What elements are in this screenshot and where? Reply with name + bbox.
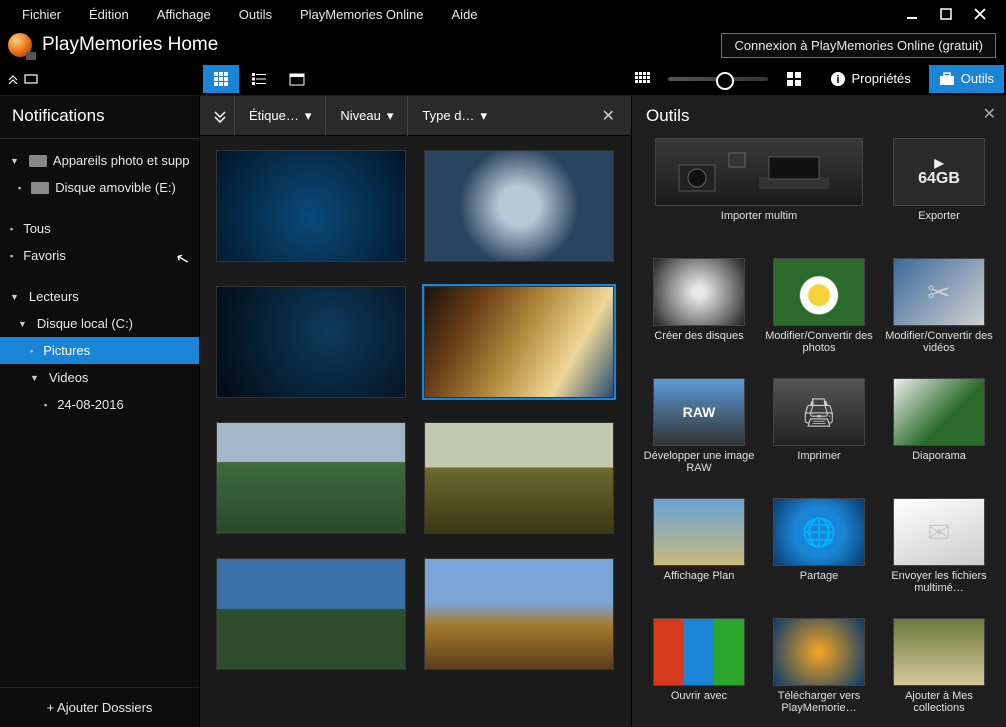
- thumbnail[interactable]: [216, 286, 406, 398]
- tool-slideshow[interactable]: Diaporama: [883, 378, 995, 488]
- tool-open-with[interactable]: Ouvrir avec: [643, 618, 755, 727]
- thumbnail[interactable]: [424, 422, 614, 534]
- filter-level[interactable]: Niveau ▾: [325, 96, 407, 136]
- chevron-down-icon: ▾: [305, 108, 312, 124]
- window-icon: [893, 618, 985, 686]
- raw-icon: RAW: [653, 378, 745, 446]
- tool-edit-photos[interactable]: Modifier/Convertir des photos: [763, 258, 875, 368]
- printer-icon: 🖨: [773, 378, 865, 446]
- sidebar-devices-header[interactable]: Appareils photo et supp: [0, 147, 199, 174]
- maximize-button[interactable]: [932, 4, 960, 24]
- thumb-large-icon[interactable]: [776, 65, 812, 93]
- view-mode-group: [203, 62, 315, 95]
- map-icon: [653, 498, 745, 566]
- menu-pmo[interactable]: PlayMemories Online: [286, 3, 438, 26]
- menu-tools[interactable]: Outils: [225, 3, 286, 26]
- close-button[interactable]: [966, 4, 994, 24]
- tool-share[interactable]: 🌐 Partage: [763, 498, 875, 608]
- gallery-pane: Étique… ▾ Niveau ▾ Type d… ▾ ✕: [200, 96, 631, 727]
- tools-panel-button[interactable]: Outils: [929, 65, 1004, 93]
- pmo-icon: [773, 618, 865, 686]
- sidebar-date-folder[interactable]: 24-08-2016: [0, 391, 199, 418]
- menubar: Fichier Édition Affichage Outils PlayMem…: [0, 0, 1006, 28]
- svg-text:i: i: [836, 74, 839, 86]
- filter-tags[interactable]: Étique… ▾: [234, 96, 325, 136]
- login-button[interactable]: Connexion à PlayMemories Online (gratuit…: [721, 33, 996, 58]
- thumbnail[interactable]: [216, 422, 406, 534]
- tool-add-collections[interactable]: Ajouter à Mes collections: [883, 618, 995, 727]
- app-logo-icon: [8, 33, 32, 57]
- filter-close-button[interactable]: ✕: [592, 106, 625, 126]
- menu-file[interactable]: Fichier: [8, 3, 75, 26]
- thumbnail-size-slider[interactable]: [668, 77, 768, 81]
- slideshow-icon: [893, 378, 985, 446]
- sd-card-icon: [31, 182, 49, 194]
- view-calendar-button[interactable]: [279, 65, 315, 93]
- tool-create-discs[interactable]: Créer des disques: [643, 258, 755, 368]
- tool-import[interactable]: Importer multim: [643, 138, 875, 248]
- properties-button[interactable]: i Propriétés: [820, 65, 921, 93]
- view-grid-button[interactable]: [203, 65, 239, 93]
- tools-panel-title: Outils: [632, 96, 1006, 138]
- toolbox-icon: [939, 72, 955, 86]
- menu-edit[interactable]: Édition: [75, 3, 143, 26]
- window-controls: [898, 4, 1006, 24]
- filter-type[interactable]: Type d… ▾: [407, 96, 501, 136]
- sidebar-tree: Appareils photo et supp Disque amovible …: [0, 139, 199, 687]
- sidebar-local-disk[interactable]: Disque local (C:): [0, 310, 199, 337]
- toolbar-right: i Propriétés Outils: [624, 62, 1006, 95]
- tool-export[interactable]: ▶64GB Exporter: [883, 138, 995, 248]
- import-icon: [655, 138, 863, 206]
- sidebar-collapse-icon[interactable]: [0, 62, 45, 95]
- tool-map-view[interactable]: Affichage Plan: [643, 498, 755, 608]
- sidebar: Notifications Appareils photo et supp Di…: [0, 96, 200, 727]
- panel-close-button[interactable]: ✕: [983, 104, 996, 124]
- envelope-icon: ✉: [893, 498, 985, 566]
- sidebar-drives-header[interactable]: Lecteurs: [0, 283, 199, 310]
- tool-print[interactable]: 🖨 Imprimer: [763, 378, 875, 488]
- filter-bar: Étique… ▾ Niveau ▾ Type d… ▾ ✕: [200, 96, 631, 136]
- minimize-button[interactable]: [898, 4, 926, 24]
- export-icon: ▶64GB: [893, 138, 985, 206]
- tool-edit-videos[interactable]: ✂ Modifier/Convertir des vidéos: [883, 258, 995, 368]
- tools-label: Outils: [961, 71, 994, 86]
- titlebar: PlayMemories Home Connexion à PlayMemori…: [0, 28, 1006, 62]
- thumbnail[interactable]: [216, 150, 406, 262]
- chevron-down-icon: ▾: [387, 108, 394, 124]
- disc-icon: [653, 258, 745, 326]
- sidebar-title: Notifications: [0, 96, 199, 139]
- tools-grid: Importer multim ▶64GB Exporter Créer des…: [632, 138, 1006, 727]
- thumbnail-grid: [200, 136, 631, 727]
- info-icon: i: [830, 71, 846, 87]
- sidebar-removable-disk[interactable]: Disque amovible (E:): [0, 174, 199, 201]
- thumbnail[interactable]: [216, 558, 406, 670]
- device-icon: [29, 155, 47, 167]
- view-list-button[interactable]: [241, 65, 277, 93]
- tool-send-files[interactable]: ✉ Envoyer les fichiers multimé…: [883, 498, 995, 608]
- app-title: PlayMemories Home: [42, 34, 218, 56]
- sidebar-pictures[interactable]: Pictures: [0, 337, 199, 364]
- chevron-down-icon: ▾: [480, 108, 487, 124]
- properties-label: Propriétés: [852, 71, 911, 86]
- toolbar: i Propriétés Outils: [0, 62, 1006, 96]
- tool-raw[interactable]: RAW Développer une image RAW: [643, 378, 755, 488]
- thumbnail[interactable]: [424, 558, 614, 670]
- menu-help[interactable]: Aide: [438, 3, 492, 26]
- sidebar-videos[interactable]: Videos: [0, 364, 199, 391]
- tiles-icon: [653, 618, 745, 686]
- sidebar-favorites[interactable]: Favoris: [0, 242, 199, 269]
- thumbnail-selected[interactable]: [424, 286, 614, 398]
- filter-expand-icon[interactable]: [206, 102, 234, 130]
- tool-upload-pmo[interactable]: Télécharger vers PlayMemorie…: [763, 618, 875, 727]
- sidebar-all[interactable]: Tous: [0, 215, 199, 242]
- flower-icon: [773, 258, 865, 326]
- globe-icon: 🌐: [773, 498, 865, 566]
- tools-panel: Outils ✕ Importer multim ▶64GB Exporter …: [631, 96, 1006, 727]
- thumb-small-icon[interactable]: [624, 65, 660, 93]
- scissors-icon: ✂: [893, 258, 985, 326]
- add-folder-button[interactable]: + Ajouter Dossiers: [0, 687, 199, 727]
- thumbnail[interactable]: [424, 150, 614, 262]
- menu-view[interactable]: Affichage: [143, 3, 225, 26]
